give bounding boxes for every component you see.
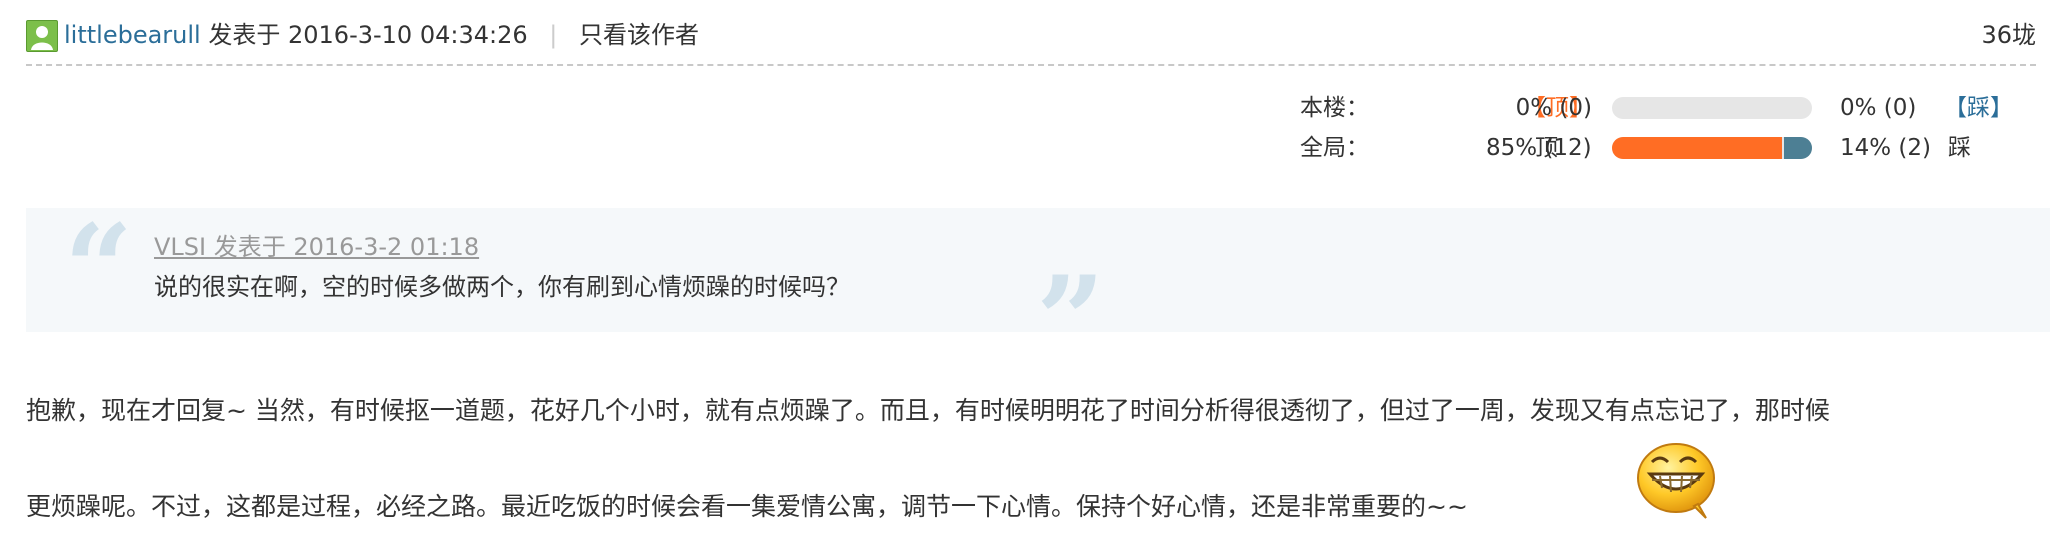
global-down-label: 踩 [1948, 135, 1971, 161]
close-quote-icon: ” [1036, 250, 1106, 391]
post-body-line: 抱歉，现在才回复~ 当然，有时候抠一道题，花好几个小时，就有点烦躁了。而且，有时… [26, 396, 1830, 425]
post-meta: littlebearull 发表于 2016-3-10 04:34:26 | 只… [64, 18, 699, 52]
vote-row-label: 全局： [1300, 135, 1369, 161]
global-down-value: 14% (2) [1840, 135, 1932, 161]
header-divider [26, 64, 2036, 66]
grinning-face-icon [1636, 440, 1718, 520]
quote-block: “ VLSI 发表于 2016-3-2 01:18 说的很实在啊，空的时候多做两… [26, 198, 2050, 391]
author-link[interactable]: littlebearull [64, 21, 201, 49]
downvote-button[interactable]: 【踩】 [1944, 90, 2013, 126]
vote-row-global: 全局： 顶 85% (12) 14% (2) 踩 [1300, 130, 2000, 166]
vote-bar [1612, 97, 1812, 119]
only-author-link[interactable]: 只看该作者 [579, 21, 699, 49]
downvote-value: 0% (0) [1840, 95, 1917, 121]
open-quote-icon: “ [64, 198, 134, 339]
global-vote-bar-down-fill [1784, 137, 1812, 159]
vote-row-this-floor: 本楼： 【顶】 0% (0) 0% (0) 【踩】 [1300, 90, 2013, 126]
vote-panel: 本楼： 【顶】 0% (0) 0% (0) 【踩】 全局： 顶 85% (12)… [1300, 90, 2013, 170]
global-up-value: 85% (12) [1486, 135, 1592, 161]
global-vote-bar [1612, 137, 1812, 159]
quote-citation-link[interactable]: VLSI 发表于 2016-3-2 01:18 [154, 230, 479, 264]
quote-text: 说的很实在啊，空的时候多做两个，你有刷到心情烦躁的时候吗？ [154, 273, 850, 301]
global-vote-bar-up-fill [1612, 137, 1782, 159]
upvote-value: 0% (0) [1515, 95, 1592, 121]
floor-number[interactable]: 36垅 [1981, 18, 2036, 52]
user-avatar-icon[interactable] [26, 20, 58, 52]
post-time: 发表于 2016-3-10 04:34:26 [208, 21, 528, 49]
separator: | [549, 21, 558, 49]
post-header: littlebearull 发表于 2016-3-10 04:34:26 | 只… [26, 14, 2036, 54]
post-body-line: 更烦躁呢。不过，这都是过程，必经之路。最近吃饭的时候会看一集爱情公寓，调节一下心… [26, 492, 1468, 521]
vote-row-label: 本楼： [1300, 95, 1369, 121]
